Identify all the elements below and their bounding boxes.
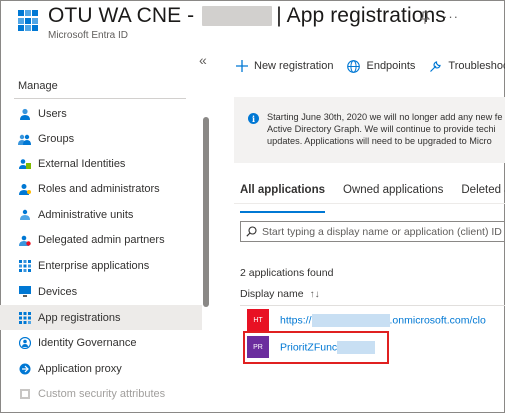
sidebar-item-application-proxy[interactable]: Application proxy — [0, 356, 202, 381]
sidebar-item-label: Users — [38, 107, 67, 120]
sidebar-item-groups[interactable]: Groups — [0, 126, 202, 151]
highlight-box — [243, 331, 389, 364]
sidebar-item-label: Groups — [38, 132, 75, 145]
roles-icon — [18, 182, 31, 195]
collapse-sidebar-button[interactable]: « — [199, 52, 207, 68]
sidebar-item-enterprise-applications[interactable]: Enterprise applications — [0, 253, 202, 278]
table-row[interactable]: HT https:// .onmicrosoft.com/clo — [240, 307, 505, 333]
endpoints-button[interactable]: Endpoints — [347, 59, 416, 73]
results-count: 2 applications found — [240, 267, 334, 279]
app-name-suffix: .onmicrosoft.com/clo — [389, 313, 486, 326]
search-icon — [246, 226, 257, 237]
tab-all-applications[interactable]: All applications — [240, 184, 325, 213]
page-title: OTU WA CNE - | App registrations — [48, 4, 446, 28]
banner-line-3: updates. Applications will need to be up… — [267, 136, 492, 146]
redacted-domain — [311, 313, 390, 327]
sidebar-item-roles-and-administrators[interactable]: Roles and administrators — [0, 176, 202, 201]
banner-line-2: Active Directory Graph. We will continue… — [267, 124, 496, 134]
tab-list: All applications Owned applications Dele… — [240, 184, 505, 213]
troubleshoot-label: Troubleshoot — [448, 60, 505, 72]
search-input[interactable]: Start typing a display name or applicati… — [240, 221, 505, 242]
app-name-prefix: https:// — [280, 313, 312, 326]
new-registration-label: New registration — [254, 60, 334, 72]
column-header-label: Display name — [240, 288, 304, 300]
sidebar-item-label: Custom security attributes — [38, 387, 166, 400]
redacted-tenant-name — [202, 6, 273, 26]
sidebar-item-label: Delegated admin partners — [38, 233, 165, 246]
partners-icon — [18, 233, 31, 246]
app-badge: HT — [247, 309, 269, 331]
pin-icon[interactable] — [419, 11, 431, 25]
more-options-icon[interactable]: ··· — [443, 9, 459, 24]
sidebar-item-identity-governance[interactable]: Identity Governance — [0, 330, 202, 355]
admin-units-icon — [18, 208, 31, 221]
sidebar-item-devices[interactable]: Devices — [0, 279, 202, 304]
globe-icon — [347, 59, 361, 73]
tab-divider — [234, 203, 505, 204]
search-placeholder: Start typing a display name or applicati… — [262, 225, 502, 238]
app-registrations-icon — [18, 311, 31, 324]
sidebar-item-custom-security-attributes[interactable]: Custom security attributes — [0, 381, 202, 406]
sidebar-item-label: Application proxy — [38, 362, 122, 375]
banner-text: Starting June 30th, 2020 we will no long… — [267, 111, 502, 147]
column-header-display-name[interactable]: Display name ↑↓ — [240, 288, 320, 300]
enterprise-apps-icon — [18, 259, 31, 272]
sidebar-item-label: Enterprise applications — [38, 259, 150, 272]
user-icon — [18, 107, 31, 120]
external-identities-icon — [18, 157, 31, 170]
troubleshoot-button[interactable]: Troubleshoot — [429, 60, 505, 73]
sidebar-item-label: Roles and administrators — [38, 182, 160, 195]
endpoints-label: Endpoints — [366, 60, 416, 72]
sidebar-item-label: Devices — [38, 285, 78, 298]
sidebar-item-delegated-admin-partners[interactable]: Delegated admin partners — [0, 227, 202, 252]
tab-deleted-applications[interactable]: Deleted a — [461, 184, 505, 204]
devices-icon — [18, 285, 31, 298]
column-divider — [240, 305, 505, 306]
new-registration-button[interactable]: New registration — [236, 60, 333, 72]
app-registrations-logo-icon — [18, 10, 40, 32]
tab-owned-applications[interactable]: Owned applications — [343, 184, 443, 204]
sidebar-item-label: External Identities — [38, 157, 126, 170]
sidebar-item-label: App registrations — [38, 311, 121, 324]
info-banner: i Starting June 30th, 2020 we will no lo… — [234, 97, 505, 163]
app-name-link[interactable]: https:// .onmicrosoft.com/clo — [280, 313, 486, 327]
identity-governance-icon — [18, 336, 31, 349]
command-bar: New registration Endpoints Troubleshoot — [236, 56, 505, 76]
page-title-prefix: OTU WA CNE - — [48, 4, 195, 27]
sidebar-item-label: Administrative units — [38, 208, 134, 221]
banner-line-1: Starting June 30th, 2020 we will no long… — [267, 112, 503, 122]
sidebar-item-label: Identity Governance — [38, 336, 137, 349]
sidebar-item-external-identities[interactable]: External Identities — [0, 151, 202, 176]
sidebar-scrollbar[interactable] — [203, 117, 209, 307]
sidebar: Manage Users Groups External Identities … — [0, 74, 202, 413]
info-icon: i — [248, 113, 259, 124]
application-proxy-icon — [18, 362, 31, 375]
sidebar-item-users[interactable]: Users — [0, 101, 202, 126]
custom-security-icon — [18, 387, 31, 400]
groups-icon — [18, 132, 31, 145]
wrench-icon — [429, 60, 442, 73]
sidebar-divider — [14, 98, 186, 99]
sort-icon: ↑↓ — [309, 288, 320, 300]
sidebar-item-administrative-units[interactable]: Administrative units — [0, 202, 202, 227]
sidebar-item-app-registrations[interactable]: App registrations — [0, 305, 202, 330]
page-subtitle: Microsoft Entra ID — [48, 30, 129, 41]
sidebar-section-title: Manage — [18, 80, 58, 92]
plus-icon — [236, 60, 248, 72]
